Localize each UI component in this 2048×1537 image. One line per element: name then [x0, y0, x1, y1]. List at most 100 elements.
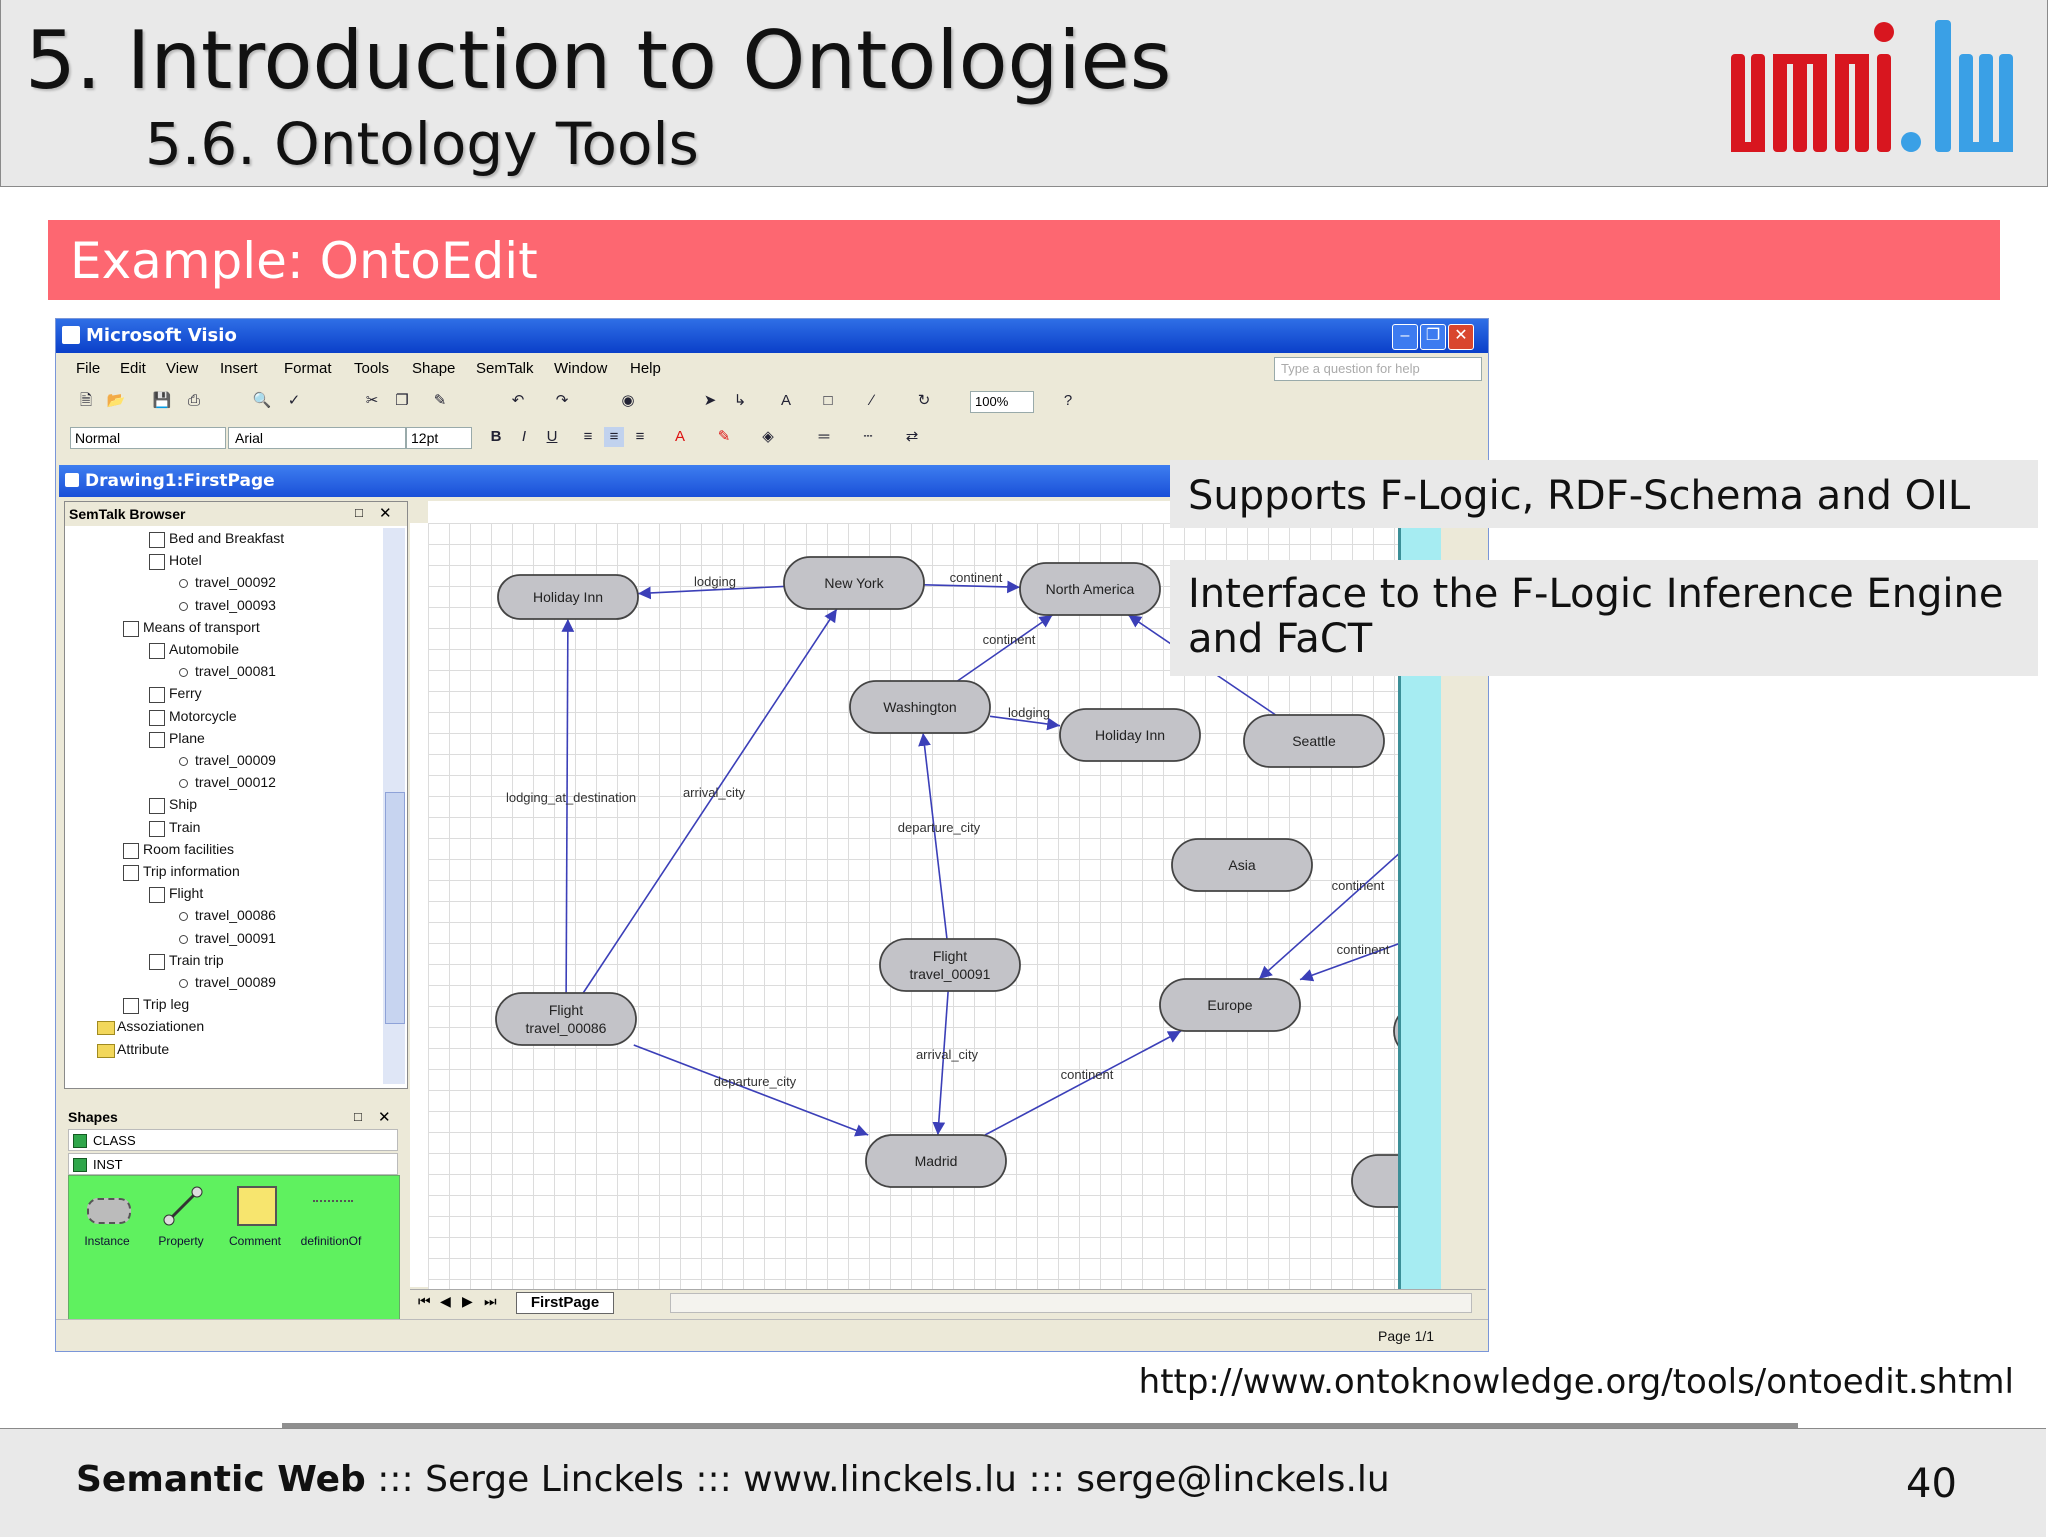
tree-item[interactable]: travel_00092: [179, 574, 276, 590]
diagram-node[interactable]: Flight travel_00086: [495, 992, 637, 1046]
tree-item[interactable]: Automobile: [149, 641, 239, 659]
font-select[interactable]: Arial: [228, 427, 406, 449]
diagram-node[interactable]: Holiday Inn: [497, 574, 639, 620]
tree-item[interactable]: travel_00089: [179, 974, 276, 990]
tree-item[interactable]: Assoziationen: [97, 1018, 204, 1036]
close-button[interactable]: ✕: [1448, 324, 1474, 350]
stencil-inst[interactable]: INST: [68, 1153, 398, 1175]
tree-item[interactable]: travel_00091: [179, 930, 276, 946]
print-preview-icon[interactable]: 🔍: [252, 391, 272, 411]
format-painter-icon[interactable]: ✎: [430, 391, 450, 411]
diagram-edge[interactable]: [918, 732, 948, 940]
tree-item[interactable]: Bed and Breakfast: [149, 530, 284, 548]
new-icon[interactable]: 🗎: [76, 391, 96, 411]
bold-icon[interactable]: B: [486, 427, 506, 447]
menu-window[interactable]: Window: [554, 360, 607, 377]
diagram-node[interactable]: Holiday Inn: [1059, 708, 1201, 762]
menu-view[interactable]: View: [166, 360, 198, 377]
line-tool-icon[interactable]: ∕: [862, 391, 882, 411]
next-page-icon[interactable]: ▶: [462, 1293, 473, 1310]
align-left-icon[interactable]: ≡: [578, 427, 598, 447]
menu-tools[interactable]: Tools: [354, 360, 389, 377]
help-icon[interactable]: ?: [1058, 391, 1078, 411]
line-weight-icon[interactable]: ═: [814, 427, 834, 447]
diagram-node[interactable]: Washington: [849, 680, 991, 734]
tree-item[interactable]: Motorcycle: [149, 708, 237, 726]
diagram-edge[interactable]: [633, 1044, 869, 1137]
diagram-node[interactable]: Europe: [1159, 978, 1301, 1032]
undo-icon[interactable]: ↶: [508, 391, 528, 411]
line-color-icon[interactable]: ✎: [714, 427, 734, 447]
line-ends-icon[interactable]: ⇄: [902, 427, 922, 447]
shapes-icon[interactable]: ◉: [618, 391, 638, 411]
property-shape-icon[interactable]: [163, 1186, 203, 1226]
rotate-tool-icon[interactable]: ↻: [914, 391, 934, 411]
menu-edit[interactable]: Edit: [120, 360, 146, 377]
tree-item[interactable]: Train trip: [149, 952, 224, 970]
tree-item[interactable]: Flight: [149, 885, 203, 904]
restore-button[interactable]: ❐: [1420, 324, 1446, 350]
zoom-select[interactable]: 100%: [970, 391, 1034, 413]
italic-icon[interactable]: I: [514, 427, 534, 447]
diagram-node[interactable]: North America: [1019, 562, 1161, 616]
tree-item[interactable]: Means of transport: [123, 619, 260, 637]
cut-icon[interactable]: ✂: [362, 391, 382, 411]
align-center-icon[interactable]: ≡: [604, 427, 624, 447]
last-page-icon[interactable]: ⏭: [484, 1293, 497, 1310]
diagram-edge[interactable]: [932, 990, 949, 1136]
panel-menu-icon[interactable]: □: [355, 505, 363, 520]
menu-help[interactable]: Help: [630, 360, 661, 377]
text-tool-icon[interactable]: A: [776, 391, 796, 411]
browser-scroll-thumb[interactable]: [385, 792, 405, 1024]
font-size-select[interactable]: 12pt: [406, 427, 472, 449]
tree-item[interactable]: travel_00086: [179, 907, 276, 923]
print-icon[interactable]: ⎙: [184, 391, 204, 411]
comment-shape-icon[interactable]: [237, 1186, 277, 1226]
font-color-icon[interactable]: A: [670, 427, 690, 447]
diagram-node[interactable]: Flight travel_00091: [879, 938, 1021, 992]
menu-shape[interactable]: Shape: [412, 360, 455, 377]
connector-tool-icon[interactable]: ↳: [730, 391, 750, 411]
menu-format[interactable]: Format: [284, 360, 332, 377]
tree-item[interactable]: travel_00081: [179, 663, 276, 679]
line-pattern-icon[interactable]: ┄: [858, 427, 878, 447]
tree-item[interactable]: Attribute: [97, 1041, 169, 1058]
menu-insert[interactable]: Insert: [220, 360, 258, 377]
diagram-node[interactable]: Madrid: [865, 1134, 1007, 1188]
help-search-input[interactable]: Type a question for help: [1274, 357, 1482, 381]
diagram-node[interactable]: New York: [783, 556, 925, 610]
rectangle-tool-icon[interactable]: □: [818, 391, 838, 411]
diagram-edge[interactable]: [561, 618, 575, 994]
copy-icon[interactable]: ❐: [392, 391, 412, 411]
diagram-edge[interactable]: [957, 614, 1053, 682]
tree-item[interactable]: Hotel: [149, 552, 202, 571]
minimize-button[interactable]: –: [1392, 324, 1418, 350]
shapes-close-icon[interactable]: ✕: [378, 1108, 391, 1126]
open-icon[interactable]: 📂: [106, 391, 126, 411]
fill-color-icon[interactable]: ◈: [758, 427, 778, 447]
pointer-tool-icon[interactable]: ➤: [700, 391, 720, 411]
prev-page-icon[interactable]: ◀: [440, 1293, 451, 1310]
menu-semtalk[interactable]: SemTalk: [476, 360, 534, 377]
align-right-icon[interactable]: ≡: [630, 427, 650, 447]
save-icon[interactable]: 💾: [152, 391, 172, 411]
panel-close-icon[interactable]: ✕: [379, 504, 392, 522]
tree-item[interactable]: travel_00012: [179, 774, 276, 790]
page-tab-firstpage[interactable]: FirstPage: [516, 1292, 614, 1314]
underline-icon[interactable]: U: [542, 427, 562, 447]
tree-item[interactable]: travel_00009: [179, 752, 276, 768]
spelling-icon[interactable]: ✓: [284, 391, 304, 411]
definitionof-shape-icon[interactable]: [313, 1200, 353, 1204]
first-page-icon[interactable]: ⏮: [418, 1293, 431, 1310]
stencil-class[interactable]: CLASS: [68, 1129, 398, 1151]
tree-item[interactable]: Room facilities: [123, 841, 234, 859]
horizontal-scrollbar[interactable]: [670, 1293, 1472, 1313]
diagram-node[interactable]: Seattle: [1243, 714, 1385, 768]
instance-shape-icon[interactable]: [87, 1198, 131, 1224]
diagram-edge[interactable]: [923, 580, 1021, 594]
tree-item[interactable]: Ferry: [149, 685, 202, 704]
redo-icon[interactable]: ↷: [552, 391, 572, 411]
menu-file[interactable]: File: [76, 360, 100, 377]
diagram-edge[interactable]: [984, 1030, 1182, 1136]
tree-item[interactable]: travel_00093: [179, 597, 276, 613]
